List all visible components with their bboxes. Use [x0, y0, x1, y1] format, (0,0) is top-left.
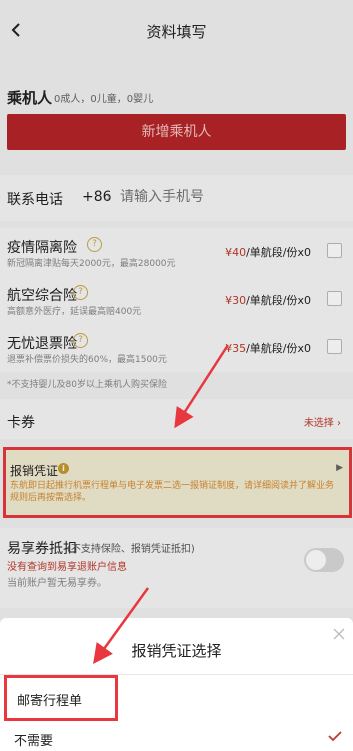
option-mail-itinerary[interactable]: 邮寄行程单: [4, 675, 118, 721]
check-icon: [328, 731, 342, 742]
option-label: 不需要: [14, 734, 54, 749]
screen: 资料填写 乘机人 0成人，0儿童，0婴儿 新增乘机人 联系电话 +86 › 疫情…: [0, 0, 353, 751]
sheet-title: 报销凭证选择: [131, 642, 222, 660]
close-icon[interactable]: [333, 628, 345, 640]
option-not-needed[interactable]: 不需要: [0, 722, 353, 751]
option-label: 邮寄行程单: [17, 694, 83, 709]
